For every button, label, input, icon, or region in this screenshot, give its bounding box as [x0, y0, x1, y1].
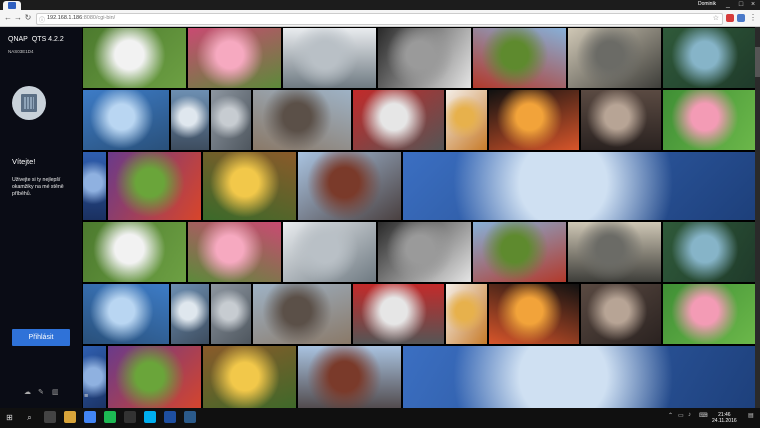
welcome-text: Uživejte si ty nejlepší okamžiky na mé s…: [12, 177, 64, 197]
close-icon[interactable]: ×: [747, 0, 759, 9]
photo-tile-canal-warehouses: [252, 283, 352, 345]
photo-tile-pink-rose: [662, 89, 757, 151]
photo-tile-white-flower: [82, 221, 187, 283]
search-icon[interactable]: ⌕: [24, 412, 35, 423]
maximize-icon[interactable]: □: [735, 0, 747, 9]
browser-tab[interactable]: [3, 1, 21, 10]
photo-tile-white-flower: [82, 27, 187, 89]
photo-tile-race-car: [352, 89, 445, 151]
reload-icon[interactable]: ↻: [23, 13, 33, 23]
login-button[interactable]: Přihlásit: [12, 329, 70, 346]
address-url[interactable]: 192.168.1.186:8080/cgi-bin/: [47, 15, 115, 21]
windows-taskbar: ⊞ ⌕ ⌃ ▭ ♪ ⌨ 21:46 24.11.2016 ▤: [0, 408, 760, 428]
extension-red-icon[interactable]: [726, 14, 734, 22]
device-name: NAS03E1D4: [8, 49, 34, 54]
photo-tile-panorama-coast: [402, 151, 760, 221]
terminal-icon[interactable]: [124, 411, 136, 423]
photo-tile-city-rain: [580, 89, 662, 151]
photo-tile-city-rain: [580, 283, 662, 345]
spotify-icon[interactable]: [104, 411, 116, 423]
notification-icon[interactable]: ▤: [748, 412, 754, 419]
photo-tile-warehouse-canal: [297, 345, 402, 408]
url-host: 192.168.1.186: [47, 15, 83, 21]
photo-tile-aerial-river: [662, 27, 757, 89]
photo-tile-lake-houses: [82, 89, 170, 151]
qnap-favicon-icon: [8, 2, 16, 9]
cloud-icon[interactable]: ☁: [24, 388, 31, 396]
photo-tile-vegetables: [107, 151, 202, 221]
user-avatar: [12, 86, 46, 120]
os-version: QTS 4.2.2: [31, 36, 64, 43]
profile-name[interactable]: Dominik: [698, 1, 716, 7]
brand-name: QNAP: [8, 36, 28, 43]
back-icon[interactable]: ←: [3, 13, 13, 23]
photo-tile-carousel-night: [488, 283, 580, 345]
bookmark-star-icon[interactable]: ☆: [713, 14, 719, 22]
photo-tile-harbor-boats: [170, 89, 210, 151]
photo-tile-aerial-river: [662, 221, 757, 283]
explorer-icon[interactable]: [64, 411, 76, 423]
photo-tile-parking-lot: [567, 221, 662, 283]
photo-tile-blue-sky: [82, 151, 107, 221]
minimize-icon[interactable]: _: [722, 0, 734, 9]
volume-icon[interactable]: ♪: [688, 412, 691, 418]
photo-tile-bw-seascape: [377, 221, 472, 283]
photo-wall: [82, 27, 760, 408]
scrollbar[interactable]: [755, 27, 760, 408]
brand: QNAP QTS 4.2.2: [8, 36, 64, 43]
welcome-title: Vítejte!: [12, 157, 36, 166]
address-bar[interactable]: ⓘ 192.168.1.186:8080/cgi-bin/ ☆: [36, 13, 723, 25]
task-view-icon[interactable]: [44, 411, 56, 423]
photo-tile-street-road: [210, 89, 252, 151]
login-sidebar: QNAP QTS 4.2.2 NAS03E1D4 Vítejte! Uživejt…: [0, 27, 82, 408]
windows-start-icon[interactable]: ⊞: [4, 412, 15, 423]
app-dark-blue-icon[interactable]: [184, 411, 196, 423]
photo-tile-panorama-coast: [402, 345, 760, 408]
photo-tile-pier-lake: [282, 27, 377, 89]
skype-icon[interactable]: [144, 411, 156, 423]
extension-blue-icon[interactable]: [737, 14, 745, 22]
nas-device-icon: [21, 94, 37, 112]
scrollbar-thumb[interactable]: [755, 47, 760, 77]
clock-date: 24.11.2016: [712, 418, 737, 424]
photo-tile-tractor-field: [472, 221, 567, 283]
book-icon[interactable]: ▥: [52, 388, 59, 396]
page-info-icon[interactable]: ⓘ: [39, 15, 45, 24]
browser-titlebar: Dominik _ □ ×: [0, 0, 760, 10]
keyboard-icon[interactable]: ⌨: [699, 412, 708, 419]
photo-tile-vegetables: [107, 345, 202, 408]
photo-tile-lake-houses: [82, 283, 170, 345]
forward-icon[interactable]: →: [13, 13, 23, 23]
photo-tile-bw-seascape: [377, 27, 472, 89]
photo-tile-pink-flowers: [187, 221, 282, 283]
photo-tile-pier-lake: [282, 221, 377, 283]
photo-tile-street-road: [210, 283, 252, 345]
photo-tile-parking-lot: [567, 27, 662, 89]
photo-tile-food-plate: [202, 151, 297, 221]
photo-tile-race-car: [352, 283, 445, 345]
photo-tile-warehouse-canal: [297, 151, 402, 221]
url-path: :8080/cgi-bin/: [82, 15, 116, 21]
photo-tile-ice-cream: [445, 89, 488, 151]
app-blue-icon[interactable]: [164, 411, 176, 423]
photo-tile-pink-flowers: [187, 27, 282, 89]
photo-tile-food-plate: [202, 345, 297, 408]
photo-tile-carousel-night: [488, 89, 580, 151]
photo-tile-canal-warehouses: [252, 89, 352, 151]
browser-toolbar: ← → ↻ ⓘ 192.168.1.186:8080/cgi-bin/ ☆ ⋮: [0, 10, 760, 27]
taskbar-clock[interactable]: 21:46 24.11.2016: [712, 412, 737, 424]
photo-tile-tractor-field: [472, 27, 567, 89]
photo-tile-ice-cream: [445, 283, 488, 345]
chrome-icon[interactable]: [84, 411, 96, 423]
photo-tile-pink-rose: [662, 283, 757, 345]
network-icon[interactable]: ▭: [678, 412, 684, 419]
browser-menu-icon[interactable]: ⋮: [748, 13, 758, 23]
tray-chevron-icon[interactable]: ⌃: [668, 412, 673, 419]
menu-icon[interactable]: ≡: [84, 393, 88, 400]
photo-tile-harbor-boats: [170, 283, 210, 345]
tools-icon[interactable]: ✎: [38, 388, 44, 396]
